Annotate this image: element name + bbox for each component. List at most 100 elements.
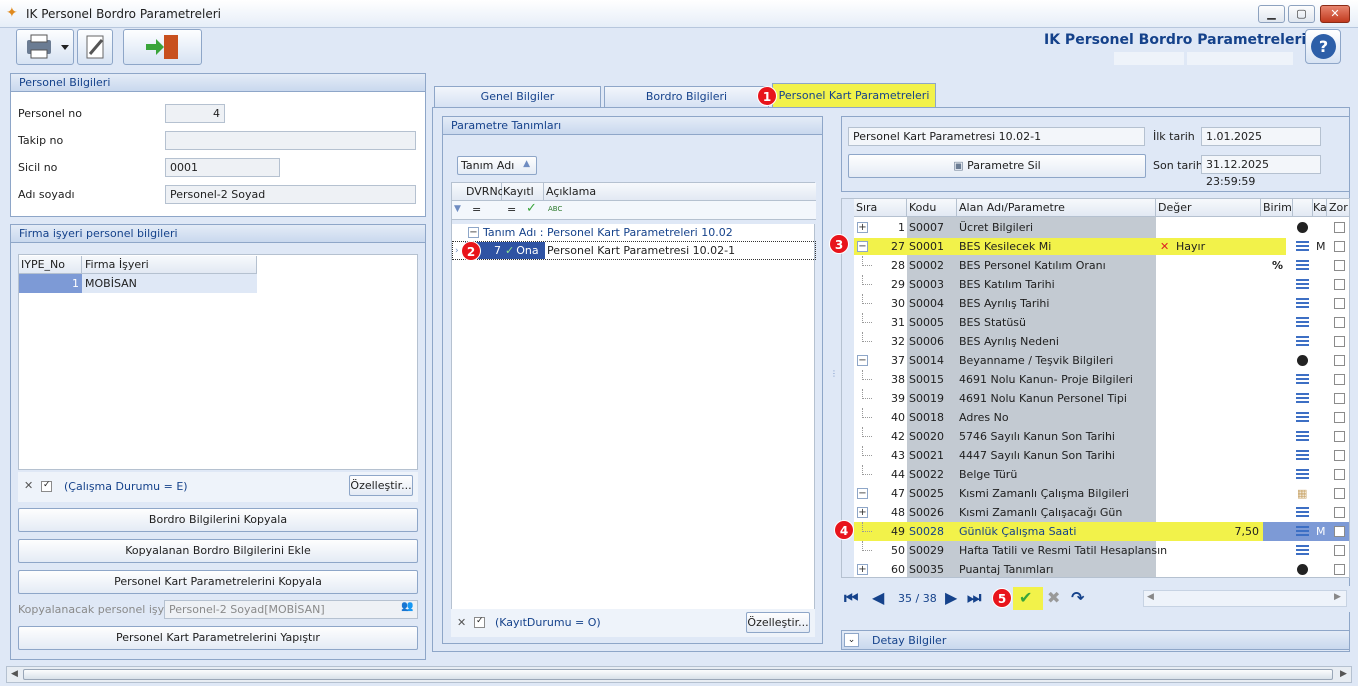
help-button[interactable]: ? xyxy=(1305,29,1341,64)
collapse-icon[interactable]: − xyxy=(468,227,479,238)
list-icon[interactable] xyxy=(1296,279,1309,290)
zor-checkbox[interactable] xyxy=(1334,545,1345,556)
zor-checkbox[interactable] xyxy=(1334,317,1345,328)
list-icon[interactable] xyxy=(1296,507,1309,518)
h-scroll[interactable]: ◀ ▶ xyxy=(1143,590,1347,607)
param-row[interactable]: −37 S0014 Beyanname / Teşvik Bilgileri xyxy=(842,351,1349,370)
col-icon[interactable] xyxy=(1293,199,1313,217)
zor-checkbox[interactable] xyxy=(1334,355,1345,366)
clear-filter-icon[interactable]: ✕ xyxy=(24,479,33,492)
parametre-sil-button[interactable]: ▣ Parametre Sil xyxy=(848,154,1146,178)
dot-icon[interactable] xyxy=(1297,564,1308,575)
zor-checkbox[interactable] xyxy=(1334,393,1345,404)
list-icon[interactable] xyxy=(1296,450,1309,461)
param-row[interactable]: 49 S0028 Günlük Çalışma Saati 7,50 M xyxy=(842,522,1349,541)
list-icon[interactable] xyxy=(1296,526,1309,537)
bordro-kopyala-button[interactable]: Bordro Bilgilerini Kopyala xyxy=(18,508,418,532)
col-zor[interactable]: Zor xyxy=(1327,199,1349,217)
firma-row-no[interactable]: 1 xyxy=(19,274,82,293)
group-row[interactable]: − Tanım Adı : Personel Kart Parametreler… xyxy=(452,224,816,241)
personel-no-field[interactable]: 4 xyxy=(165,104,225,123)
zor-checkbox[interactable] xyxy=(1334,488,1345,499)
tanim-row[interactable]: › 7 ✓ Ona Personel Kart Parametresi 10.02… xyxy=(452,241,816,260)
zor-checkbox[interactable] xyxy=(1334,507,1345,518)
col-aciklama[interactable]: Açıklama xyxy=(544,183,816,201)
tanim-filter-text[interactable]: (KayıtDurumu = O) xyxy=(495,616,601,629)
bottom-scroll-right-icon[interactable]: ▶ xyxy=(1340,669,1347,679)
first-page-icon[interactable]: ⏮ xyxy=(844,588,858,608)
dot-icon[interactable] xyxy=(1297,355,1308,366)
col-deger[interactable]: Değer xyxy=(1156,199,1261,217)
close-button[interactable]: ✕ xyxy=(1320,5,1350,23)
print-button[interactable] xyxy=(16,29,74,65)
people-icon[interactable]: 👥 xyxy=(401,601,413,612)
col-kayit[interactable]: Kayıtl xyxy=(502,183,544,201)
list-icon[interactable] xyxy=(1296,469,1309,480)
prev-page-icon[interactable]: ◀ xyxy=(872,588,884,607)
tanim-clear-filter-icon[interactable]: ✕ xyxy=(457,616,466,629)
firma-customize-button[interactable]: Özelleştir... xyxy=(349,475,413,496)
zor-checkbox[interactable] xyxy=(1334,260,1345,271)
list-icon[interactable] xyxy=(1296,374,1309,385)
save-check-icon[interactable]: ✔ xyxy=(1019,588,1032,607)
param-deger[interactable]: 7,50 xyxy=(1156,522,1260,541)
tab-genel-bilgiler[interactable]: Genel Bilgiler xyxy=(434,86,601,107)
zor-checkbox[interactable] xyxy=(1334,298,1345,309)
param-row[interactable]: 42 S0020 5746 Sayılı Kanun Son Tarihi xyxy=(842,427,1349,446)
kart-kopyala-button[interactable]: Personel Kart Parametrelerini Kopyala xyxy=(18,570,418,594)
detay-bar[interactable]: ⌄ Detay Bilgiler xyxy=(841,630,1350,650)
list-icon[interactable] xyxy=(1296,241,1309,252)
ad-soyad-field[interactable]: Personel-2 Soyad xyxy=(165,185,416,204)
firma-row-name[interactable]: MOBİSAN xyxy=(82,274,257,293)
param-row[interactable]: 39 S0019 4691 Nolu Kanun Personel Tipi xyxy=(842,389,1349,408)
next-page-icon[interactable]: ▶ xyxy=(945,588,957,607)
param-row[interactable]: 31 S0005 BES Statüsü xyxy=(842,313,1349,332)
ilk-tarih-field[interactable]: 1.01.2025 xyxy=(1201,127,1321,146)
col-dvrno[interactable]: DVRNo xyxy=(464,183,504,201)
zor-checkbox[interactable] xyxy=(1334,374,1345,385)
col-iype-no[interactable]: IYPE_No xyxy=(19,256,82,274)
maximize-button[interactable]: ▢ xyxy=(1288,5,1315,23)
zor-checkbox[interactable] xyxy=(1334,412,1345,423)
zor-checkbox[interactable] xyxy=(1334,431,1345,442)
param-row[interactable]: +48 S0026 Kısmi Zamanlı Çalışacağı Gün xyxy=(842,503,1349,522)
col-kodu[interactable]: Kodu xyxy=(907,199,957,217)
zor-checkbox[interactable] xyxy=(1334,564,1345,575)
group-tanim-adi-button[interactable]: Tanım Adı ▲ xyxy=(457,156,537,175)
list-icon[interactable] xyxy=(1296,317,1309,328)
zor-checkbox[interactable] xyxy=(1334,336,1345,347)
param-row[interactable]: 38 S0015 4691 Nolu Kanun- Proje Bilgileri xyxy=(842,370,1349,389)
exit-button[interactable] xyxy=(123,29,202,65)
scroll-left-icon[interactable]: ◀ xyxy=(1147,592,1154,602)
list-icon[interactable] xyxy=(1296,431,1309,442)
scroll-right-icon[interactable]: ▶ xyxy=(1334,592,1341,602)
col-k[interactable]: Ka xyxy=(1313,199,1327,217)
son-tarih-field[interactable]: 31.12.2025 23:59:59 xyxy=(1201,155,1321,188)
filter-row[interactable]: ▼ = = ✓ ABC xyxy=(452,201,816,220)
col-sira[interactable]: Sıra xyxy=(854,199,907,217)
kart-yapistir-button[interactable]: Personel Kart Parametrelerini Yapıştır xyxy=(18,626,418,650)
detail-name-field[interactable]: Personel Kart Parametresi 10.02-1 xyxy=(848,127,1145,146)
firma-filter-text[interactable]: (Çalışma Durumu = E) xyxy=(64,480,188,493)
tanim-filter-checkbox[interactable]: ✓ xyxy=(474,616,485,628)
param-row[interactable]: 50 S0029 Hafta Tatili ve Resmi Tatil Hesap… xyxy=(842,541,1349,560)
param-row[interactable]: −27 S0001 BES Kesilecek Mi ✕ Hayır M xyxy=(842,237,1349,256)
zor-checkbox[interactable] xyxy=(1334,450,1345,461)
refresh-icon[interactable]: ↷ xyxy=(1071,588,1084,607)
last-page-icon[interactable]: ⏭ xyxy=(967,588,981,608)
param-row[interactable]: 28 S0002 BES Personel Katılım Oranı% xyxy=(842,256,1349,275)
param-row[interactable]: 32 S0006 BES Ayrılış Nedeni xyxy=(842,332,1349,351)
minimize-button[interactable]: ▁ xyxy=(1258,5,1285,23)
bottom-scrollbar[interactable]: ◀ ▶ xyxy=(6,666,1352,683)
list-icon[interactable] xyxy=(1296,393,1309,404)
list-icon[interactable] xyxy=(1296,260,1309,271)
param-row[interactable]: +60 S0035 Puantaj Tanımları xyxy=(842,560,1349,577)
takip-no-field[interactable] xyxy=(165,131,416,150)
param-row[interactable]: 43 S0021 4447 Sayılı Kanun Son Tarihi xyxy=(842,446,1349,465)
expand-chevron-icon[interactable]: ⌄ xyxy=(844,633,859,647)
settings-button[interactable] xyxy=(77,29,113,65)
dot-icon[interactable] xyxy=(1297,222,1308,233)
bottom-scroll-thumb[interactable] xyxy=(23,669,1333,680)
list-icon[interactable] xyxy=(1296,336,1309,347)
cancel-x-icon[interactable]: ✖ xyxy=(1047,588,1060,607)
